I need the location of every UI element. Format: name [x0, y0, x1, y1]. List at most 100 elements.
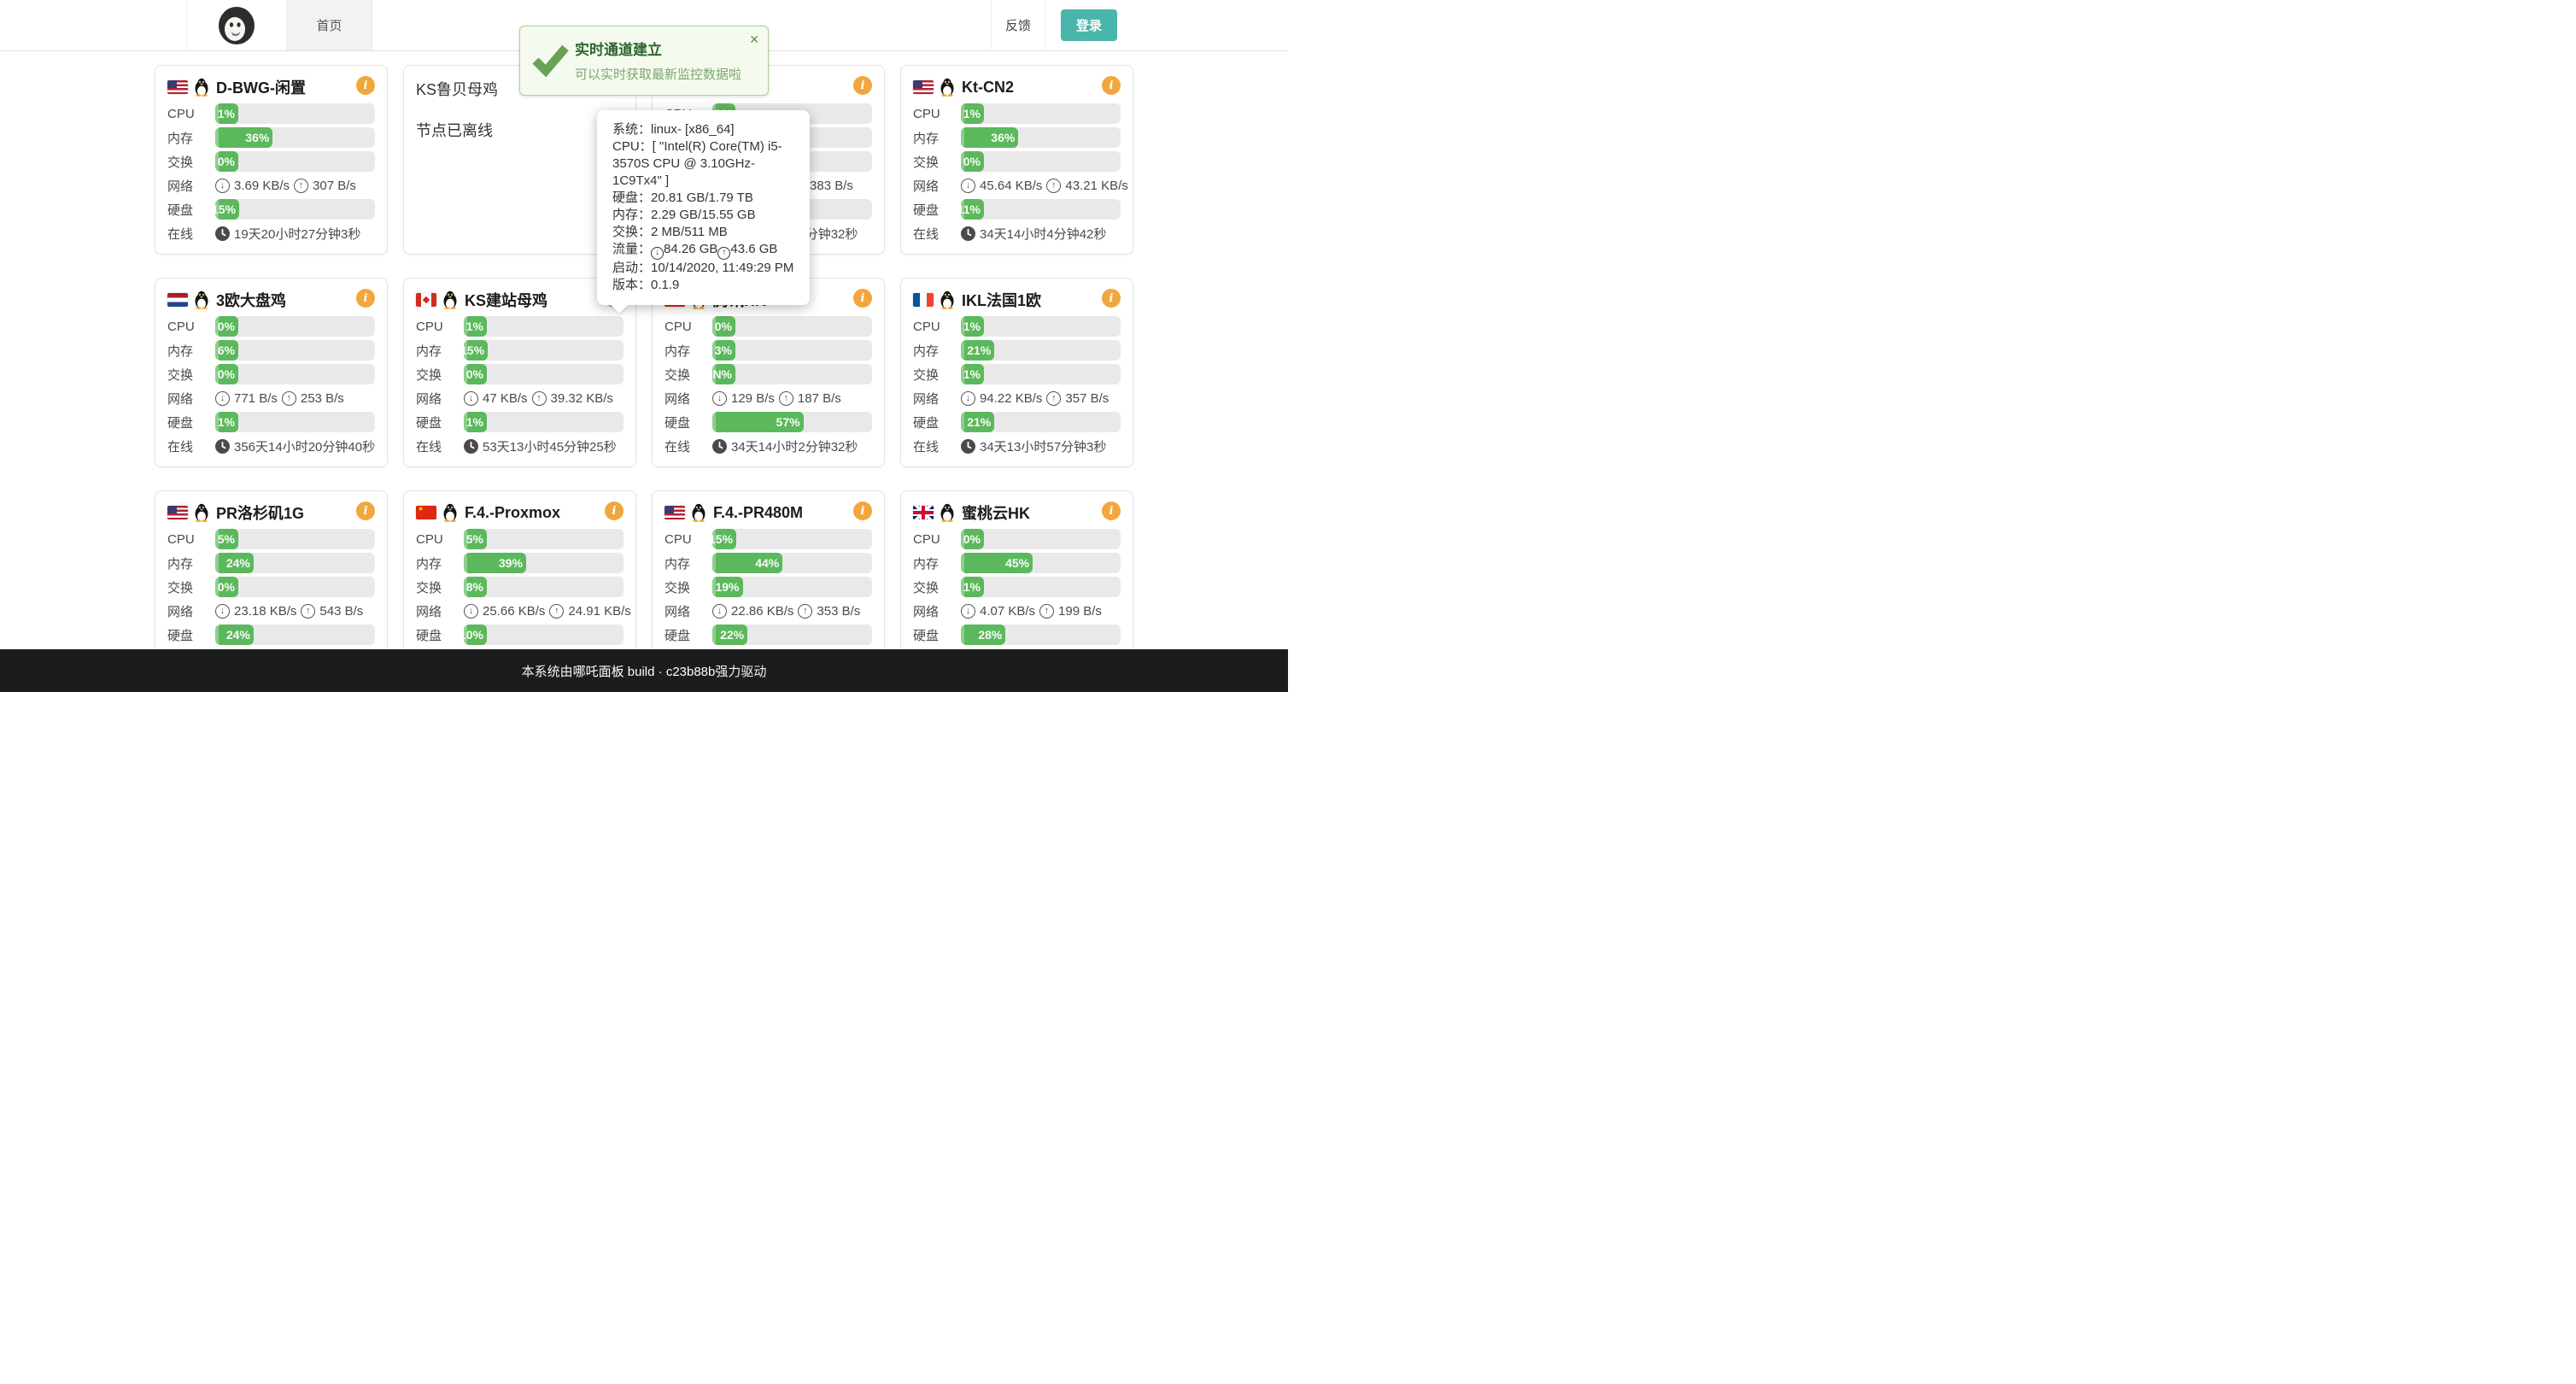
progress-fill: 1%	[961, 364, 984, 384]
stat-label: 网络	[913, 602, 961, 620]
progress-track: 15%	[464, 340, 624, 361]
uptime-value: 34天14小时2分钟32秒	[731, 437, 858, 455]
server-tooltip-body: 系统：linux- [x86_64]CPU：[ "Intel(R) Core(T…	[612, 121, 794, 294]
net-down-icon: ↓	[961, 179, 975, 193]
traffic-up-value: 43.6 GB	[730, 242, 777, 256]
tab-home-label: 首页	[316, 16, 342, 34]
net-up-icon: ↑	[301, 604, 315, 619]
progress-fill: 0%	[712, 316, 735, 337]
server-name: KS建站母鸡	[465, 289, 547, 311]
server-detail-tooltip: 系统：linux- [x86_64]CPU：[ "Intel(R) Core(T…	[597, 110, 810, 305]
info-icon[interactable]: i	[605, 501, 624, 520]
server-name: F.4.-PR480M	[713, 504, 803, 522]
info-icon[interactable]: i	[853, 501, 872, 520]
stat-label: 交换	[416, 578, 464, 596]
progress-value: 19%	[715, 577, 739, 597]
stat-row: 交换8%	[416, 577, 624, 597]
progress-track: 6%	[215, 340, 375, 361]
traffic-down-value: 84.26 GB	[664, 242, 717, 256]
stat-label: 内存	[167, 129, 215, 147]
info-icon[interactable]: i	[853, 289, 872, 308]
progress-value: 1%	[963, 364, 981, 384]
progress-track: 5%	[464, 529, 624, 549]
progress-value: 0%	[218, 364, 235, 384]
site-logo[interactable]	[186, 0, 287, 50]
net-down-icon: ↓	[464, 604, 478, 619]
progress-value: 5%	[218, 529, 235, 549]
info-icon[interactable]: i	[356, 76, 375, 95]
progress-track: 0%	[961, 529, 1121, 549]
stat-row: 硬盘57%	[664, 412, 872, 432]
country-flag-icon	[416, 293, 436, 307]
info-icon[interactable]: i	[1102, 289, 1121, 308]
net-down-value: 47 KB/s	[483, 391, 528, 406]
progress-fill: 1%	[215, 103, 238, 124]
progress-value: 21%	[967, 412, 991, 432]
stat-row: 在线 53天13小时45分钟25秒	[416, 436, 624, 456]
tooltip-value: 10/14/2020, 11:49:29 PM	[651, 261, 793, 275]
feedback-link[interactable]: 反馈	[991, 0, 1045, 50]
stat-label: CPU	[416, 320, 464, 334]
net-up-value: 43.21 KB/s	[1065, 179, 1127, 193]
stat-label: 内存	[664, 554, 712, 572]
progress-value: 15%	[464, 340, 484, 361]
progress-track: 36%	[215, 127, 375, 148]
stat-label: CPU	[913, 532, 961, 547]
progress-track: 28%	[961, 625, 1121, 645]
progress-value: 1%	[963, 103, 981, 124]
progress-track: 21%	[961, 412, 1121, 432]
net-down-icon: ↓	[215, 604, 230, 619]
progress-track: 21%	[961, 340, 1121, 361]
progress-track: 5%	[215, 529, 375, 549]
stat-row: 交换19%	[664, 577, 872, 597]
uptime: 356天14小时20分钟40秒	[215, 437, 375, 455]
net-up-icon: ↑	[282, 391, 296, 406]
progress-track: 0%	[215, 364, 375, 384]
stat-label: 网络	[416, 602, 464, 620]
info-icon[interactable]: i	[356, 289, 375, 308]
progress-fill: 0%	[215, 316, 238, 337]
stat-label: 在线	[416, 437, 464, 455]
stat-row: 在线356天14小时20分钟40秒	[167, 436, 375, 456]
progress-value: 21%	[967, 340, 991, 361]
stat-label: 交换	[167, 153, 215, 171]
progress-value: 6%	[218, 340, 235, 361]
tab-home[interactable]: 首页	[287, 0, 372, 50]
stat-row: 内存15%	[416, 340, 624, 361]
tooltip-row: 硬盘：20.81 GB/1.79 TB	[612, 190, 794, 207]
server-card: KS建站母鸡 i CPU1%内存15%交换0%网络↓47 KB/s↑39.32 …	[403, 278, 636, 467]
net-up-icon: ↑	[798, 604, 812, 619]
progress-track: 1%	[961, 577, 1121, 597]
clock-icon	[961, 226, 975, 241]
progress-value: 15%	[215, 199, 236, 220]
stat-label: 硬盘	[913, 201, 961, 219]
info-icon[interactable]: i	[356, 501, 375, 520]
network-speeds: ↓94.22 KB/s↑357 B/s	[961, 391, 1109, 406]
uptime-value: 53天13小时45分钟25秒	[483, 437, 617, 455]
progress-fill: 0%	[961, 151, 984, 172]
info-icon[interactable]: i	[1102, 76, 1121, 95]
stat-row: 网络↓129 B/s↑187 B/s	[664, 388, 872, 408]
info-icon[interactable]: i	[1102, 501, 1121, 520]
stat-label: 在线	[167, 437, 215, 455]
server-stats: CPU1%内存36%交换0%网络↓45.64 KB/s↑43.21 KB/s硬盘…	[913, 103, 1121, 243]
stat-label: 交换	[167, 578, 215, 596]
net-down-value: 25.66 KB/s	[483, 604, 545, 619]
progress-track: 45%	[961, 553, 1121, 573]
progress-track: 0%	[215, 151, 375, 172]
info-icon[interactable]: i	[853, 76, 872, 95]
net-up-value: 353 B/s	[817, 604, 860, 619]
footer-panel-link[interactable]: 哪吒面板 build · c23b88b	[573, 662, 716, 680]
uptime: 34天14小时4分钟42秒	[961, 225, 1106, 243]
stat-label: 交换	[664, 578, 712, 596]
network-speeds: ↓22.86 KB/s↑353 B/s	[712, 604, 860, 619]
clock-icon	[712, 439, 727, 454]
progress-track: 1%	[464, 316, 624, 337]
stat-label: CPU	[664, 320, 712, 334]
login-button[interactable]: 登录	[1061, 9, 1117, 41]
progress-fill: 1%	[464, 412, 487, 432]
net-down-icon: ↓	[464, 391, 478, 406]
stat-row: CPU1%	[913, 103, 1121, 124]
close-icon[interactable]: ✕	[749, 33, 759, 45]
stat-row: CPU0%	[913, 529, 1121, 549]
